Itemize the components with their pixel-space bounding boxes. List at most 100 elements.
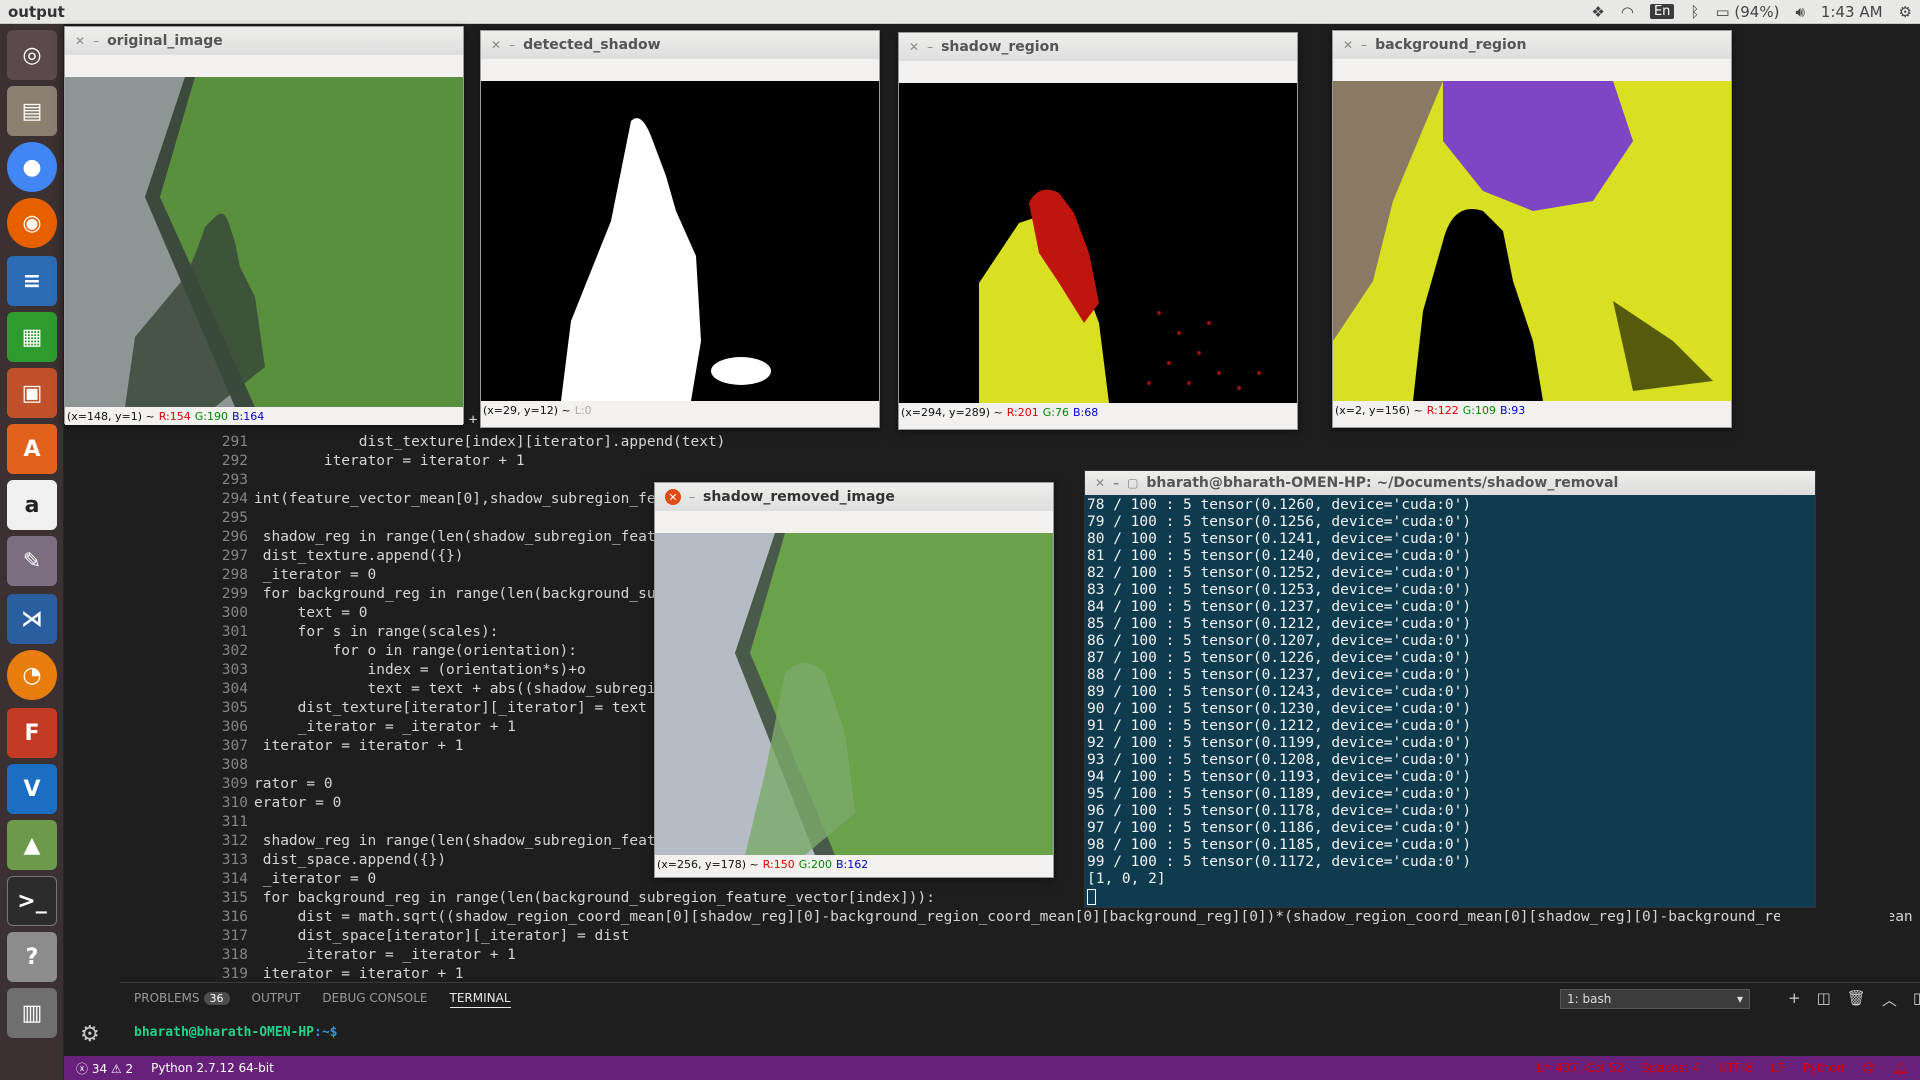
clock[interactable]: 1:43 AM xyxy=(1821,3,1883,21)
problems-status[interactable]: ⓧ 34 ⚠ 2 xyxy=(76,1060,133,1077)
titlebar[interactable]: ✕ – shadow_removed_image xyxy=(655,483,1053,511)
close-icon[interactable]: ✕ xyxy=(665,489,681,505)
minimize-icon[interactable]: – xyxy=(927,40,933,54)
terminal-select[interactable]: 1: bash ▾ xyxy=(1560,989,1750,1009)
tab-terminal[interactable]: TERMINAL xyxy=(449,991,511,1008)
close-icon[interactable]: ✕ xyxy=(1095,476,1105,490)
problems-count-badge: 36 xyxy=(203,992,230,1005)
files-icon[interactable]: ▤ xyxy=(7,86,57,136)
close-icon[interactable]: ✕ xyxy=(909,40,919,54)
line-number: 311 xyxy=(221,814,248,830)
gnome-terminal-window[interactable]: ✕ – ▢ bharath@bharath-OMEN-HP: ~/Documen… xyxy=(1084,470,1816,908)
maximize-icon[interactable]: ▢ xyxy=(1127,476,1138,490)
vscode-icon[interactable]: ⋊ xyxy=(7,594,57,644)
vnc-icon[interactable]: V xyxy=(7,764,57,814)
line-number: 305 xyxy=(221,700,248,716)
split-terminal-icon[interactable]: ◫ xyxy=(1817,989,1831,1010)
system-settings-icon[interactable]: ✎ xyxy=(7,536,57,586)
maximize-panel-icon[interactable]: ︿ xyxy=(1882,989,1897,1010)
titlebar[interactable]: ✕ – ▢ bharath@bharath-OMEN-HP: ~/Documen… xyxy=(1085,471,1815,495)
window-title: original_image xyxy=(107,33,223,49)
close-icon[interactable]: ✕ xyxy=(491,38,501,52)
workspaces-icon[interactable]: ▥ xyxy=(7,988,57,1038)
tab-debug-console[interactable]: DEBUG CONSOLE xyxy=(322,991,427,1008)
freecad-icon[interactable]: F xyxy=(7,708,57,758)
code-line: text = 0 xyxy=(254,605,368,621)
original-image-canvas[interactable] xyxy=(65,77,463,407)
line-ending[interactable]: LF xyxy=(1771,1061,1785,1075)
panel-toolbar: + ◫ 🗑︎ ︿ ▯ ✕ xyxy=(1788,989,1920,1010)
titlebar[interactable]: ✕ – original_image xyxy=(65,27,463,55)
bell-icon[interactable]: 🔔︎ xyxy=(1893,1061,1908,1075)
integrated-terminal-prompt[interactable]: bharath@bharath-OMEN-HP:~$ xyxy=(134,1025,338,1040)
manage-gear-icon[interactable]: ⚙ xyxy=(80,1022,100,1047)
minimize-icon[interactable]: – xyxy=(1361,38,1367,52)
close-icon[interactable]: ✕ xyxy=(1343,38,1353,52)
bottom-panel: PROBLEMS 36 OUTPUT DEBUG CONSOLE TERMINAL… xyxy=(120,982,1920,1056)
terminal-icon[interactable]: >_ xyxy=(7,876,57,926)
background-region-canvas[interactable] xyxy=(1333,81,1731,401)
keyboard-layout-indicator[interactable]: En xyxy=(1649,4,1675,19)
bluetooth-icon[interactable]: ᛒ xyxy=(1690,3,1699,21)
line-number: 296 xyxy=(221,529,248,545)
line-number: 307 xyxy=(221,738,248,754)
window-shadow-removed-image[interactable]: ✕ – shadow_removed_image (x=256, y=178) … xyxy=(654,482,1054,878)
wifi-icon[interactable]: ◠ xyxy=(1621,3,1634,21)
software-center-icon[interactable]: A xyxy=(7,424,57,474)
chrome-icon[interactable]: ● xyxy=(7,142,57,192)
terminal-line: 88 / 100 : 5 tensor(0.1237, device='cuda… xyxy=(1087,667,1472,683)
minimize-icon[interactable]: – xyxy=(509,38,515,52)
power-gear-icon[interactable]: ⚙ xyxy=(1899,3,1912,21)
terminal-line: 98 / 100 : 5 tensor(0.1185, device='cuda… xyxy=(1087,837,1472,853)
inkscape-icon[interactable]: ▲ xyxy=(7,820,57,870)
window-detected-shadow[interactable]: ✕ – detected_shadow (x=29, y=12) ~ L:0 xyxy=(480,30,880,428)
indentation[interactable]: Spaces: 4 xyxy=(1642,1061,1700,1075)
dropbox-icon[interactable]: ❖ xyxy=(1591,3,1604,21)
tab-problems[interactable]: PROBLEMS 36 xyxy=(134,991,230,1008)
ubuntu-dash-icon[interactable]: ◎ xyxy=(7,30,57,80)
calc-icon[interactable]: ▦ xyxy=(7,312,57,362)
terminal-line: 87 / 100 : 5 tensor(0.1226, device='cuda… xyxy=(1087,650,1472,666)
detected-shadow-canvas[interactable] xyxy=(481,81,879,401)
line-number: 313 xyxy=(221,852,248,868)
window-original-image[interactable]: ✕ – original_image (x=148, y=1) ~ R:154 G:… xyxy=(64,26,464,425)
amazon-icon[interactable]: a xyxy=(7,480,57,530)
toggle-panel-position-icon[interactable]: ▯ xyxy=(1913,989,1920,1010)
minimize-icon[interactable]: – xyxy=(1113,476,1119,490)
minimize-icon[interactable]: – xyxy=(689,490,695,504)
blender-icon[interactable]: ◔ xyxy=(7,650,57,700)
trash-icon[interactable]: 🗑︎ xyxy=(1847,989,1866,1010)
encoding[interactable]: UTF-8 xyxy=(1718,1061,1753,1075)
shadow-removed-canvas[interactable] xyxy=(655,533,1053,855)
firefox-icon[interactable]: ◉ xyxy=(7,198,57,248)
titlebar[interactable]: ✕ – background_region xyxy=(1333,31,1731,59)
close-icon[interactable]: ✕ xyxy=(75,34,85,48)
titlebar[interactable]: ✕ – detected_shadow xyxy=(481,31,879,59)
line-number: 317 xyxy=(221,928,248,944)
terminal-line: 92 / 100 : 5 tensor(0.1199, device='cuda… xyxy=(1087,735,1472,751)
line-number: 294 xyxy=(221,491,248,507)
python-interpreter[interactable]: Python 2.7.12 64-bit xyxy=(151,1061,274,1075)
terminal-line: 80 / 100 : 5 tensor(0.1241, device='cuda… xyxy=(1087,531,1472,547)
titlebar[interactable]: ✕ – shadow_region xyxy=(899,33,1297,61)
terminal-output[interactable]: 78 / 100 : 5 tensor(0.1260, device='cuda… xyxy=(1085,495,1815,905)
writer-icon[interactable]: ≡ xyxy=(7,256,57,306)
language-mode[interactable]: Python xyxy=(1803,1061,1845,1075)
cursor-position[interactable]: Ln 437, Col 52 xyxy=(1537,1061,1624,1075)
battery-indicator[interactable]: ▭ (94%) xyxy=(1715,3,1779,21)
help-icon[interactable]: ? xyxy=(7,932,57,982)
line-number: 302 xyxy=(221,643,248,659)
tab-output[interactable]: OUTPUT xyxy=(252,991,301,1008)
window-background-region[interactable]: ✕ – background_region (x=2, y=156) ~ R:12… xyxy=(1332,30,1732,428)
top-panel: output ❖ ◠ En ᛒ ▭ (94%) 🔊︎ 1:43 AM ⚙ xyxy=(0,0,1920,24)
window-shadow-region[interactable]: ✕ – shadow_region (x=294, y=289) ~ R:201 G… xyxy=(898,32,1298,430)
volume-icon[interactable]: 🔊︎ xyxy=(1795,3,1804,21)
minimize-icon[interactable]: – xyxy=(93,34,99,48)
terminal-line: 95 / 100 : 5 tensor(0.1189, device='cuda… xyxy=(1087,786,1472,802)
terminal-line: 99 / 100 : 5 tensor(0.1172, device='cuda… xyxy=(1087,854,1472,870)
line-number: 304 xyxy=(221,681,248,697)
shadow-region-canvas[interactable] xyxy=(899,83,1297,403)
smiley-feedback-icon[interactable]: ☺ xyxy=(1862,1061,1875,1075)
impress-icon[interactable]: ▣ xyxy=(7,368,57,418)
new-terminal-icon[interactable]: + xyxy=(1788,989,1801,1010)
